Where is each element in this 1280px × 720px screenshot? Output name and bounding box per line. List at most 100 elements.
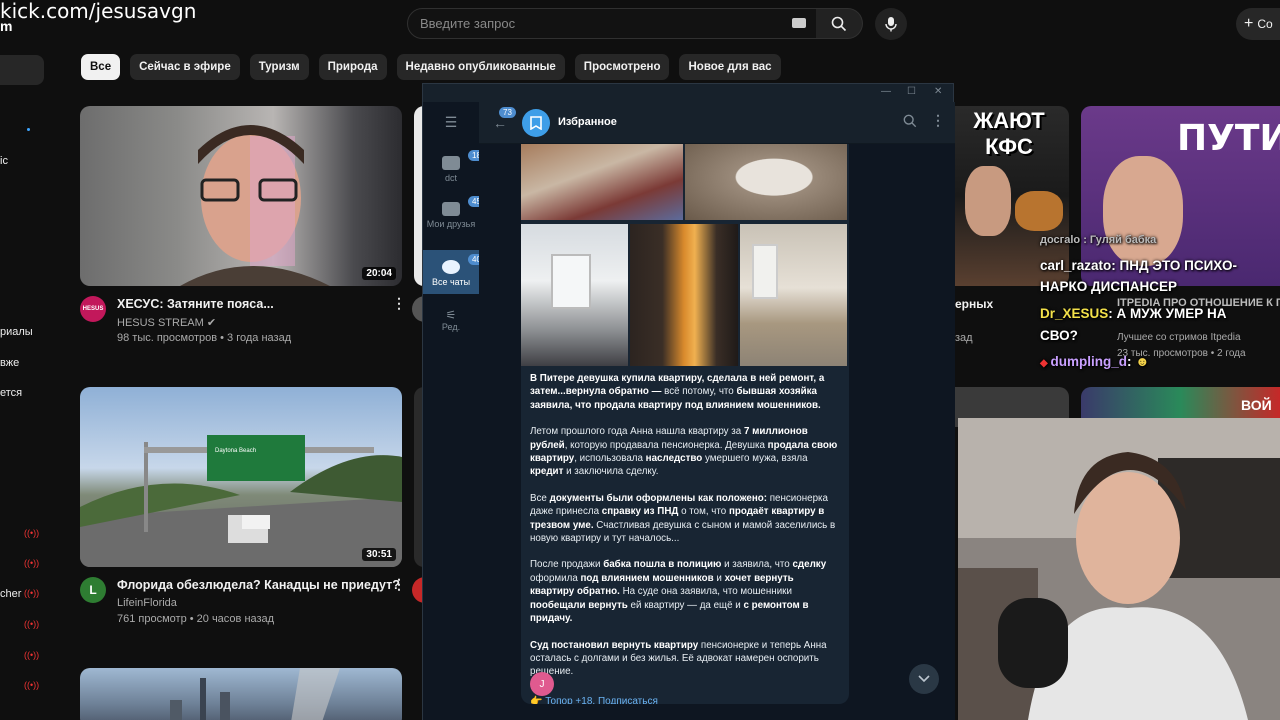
post-text-run: документы были оформлены как положено: <box>549 492 767 504</box>
sidebar-item-home[interactable] <box>0 55 44 85</box>
chip-tourism[interactable]: Туризм <box>249 54 309 80</box>
more-options-icon[interactable]: ⋮ <box>392 576 406 593</box>
folder-label: Все чаты <box>431 277 471 287</box>
sidebar-item-label[interactable]: ic <box>0 155 8 167</box>
thumbnail-image <box>180 125 330 286</box>
folder-icon: 184 <box>442 150 490 170</box>
post-text-run: оформила <box>530 572 581 584</box>
minimize-icon[interactable]: — <box>881 86 891 97</box>
sidebar-item-label[interactable]: cher <box>0 588 21 600</box>
post-paragraph: После продажи бабка пошла в полицию и за… <box>530 558 838 625</box>
thumbnail-caption: ЖАЮТ КФС <box>973 108 1045 159</box>
filter-chips: Все Сейчас в эфире Туризм Природа Недавн… <box>81 54 781 80</box>
chat-message: НАРКО ДИСПАНСЕР <box>1040 279 1178 294</box>
folder-dct[interactable]: 184 dct <box>423 150 490 192</box>
photo-table[interactable] <box>685 144 847 220</box>
microphone-icon <box>885 17 897 32</box>
folder-label: Ред. <box>441 322 461 332</box>
search-input[interactable]: Введите запрос <box>407 8 817 39</box>
folder-all-chats[interactable]: 404 Все чаты <box>423 250 490 294</box>
folder-label: Мои друзья <box>426 219 476 229</box>
sidebar-item-label[interactable]: риалы <box>0 326 33 338</box>
post-text-run: бабка пошла в полицию <box>603 559 722 571</box>
channel-avatar[interactable]: L <box>80 577 106 603</box>
thumbnail-caption: ВОЙ <box>1241 397 1272 413</box>
keyboard-icon[interactable] <box>792 18 806 28</box>
message-area[interactable]: В Питере девушка купила квартиру, сделал… <box>479 144 955 720</box>
create-label: Со <box>1257 17 1273 31</box>
sliders-icon: ⚟ <box>445 308 457 322</box>
folder-edit[interactable]: ⚟ Ред. <box>423 308 479 348</box>
chats-icon: 404 <box>442 254 490 274</box>
chevron-down-icon <box>918 675 930 683</box>
thumbnail-image <box>170 668 340 720</box>
chat-header: ← 73 Избранное ⋮ <box>479 102 955 144</box>
post-text-run: умершего мужа, взяла <box>702 453 808 465</box>
video-title[interactable]: ерных <box>955 297 993 311</box>
video-title[interactable]: ХЕСУС: Затяните пояса... <box>117 297 274 311</box>
voice-search-button[interactable] <box>875 8 907 40</box>
photo-bedroom[interactable] <box>521 144 683 220</box>
photo-living-room[interactable] <box>740 224 847 366</box>
search-icon[interactable] <box>903 114 917 128</box>
chip-nature[interactable]: Природа <box>318 54 387 80</box>
message-bubble[interactable]: В Питере девушка купила квартиру, сделал… <box>521 144 849 704</box>
scroll-down-button[interactable] <box>909 664 939 694</box>
live-icon: ((•)) <box>24 650 40 660</box>
sidebar-item-label[interactable]: ется <box>0 387 22 399</box>
chip-watched[interactable]: Просмотрено <box>574 54 670 80</box>
post-text-run: и заключила сделку. <box>563 466 659 478</box>
photo-hallway[interactable] <box>630 224 738 366</box>
webcam-image <box>958 418 1280 720</box>
chat-text: : А МУЖ УМЕР НА <box>1108 306 1227 321</box>
sender-avatar[interactable]: J <box>530 672 554 696</box>
video-thumbnail[interactable] <box>80 668 402 720</box>
channel-name-text: HESUS STREAM <box>117 317 204 329</box>
chat-title[interactable]: Избранное <box>558 116 617 128</box>
search-button[interactable] <box>816 8 863 39</box>
window-titlebar[interactable]: — ☐ ✕ <box>423 84 953 102</box>
video-meta: 761 просмотр • 20 часов назад <box>117 613 275 625</box>
channel-name[interactable]: Лучшее со стримов Itpedia <box>1117 332 1241 343</box>
hamburger-menu-icon[interactable]: ☰ <box>423 114 479 131</box>
subscribe-link[interactable]: 👉 Топор +18. Подписаться <box>530 696 658 704</box>
channel-avatar[interactable]: HESUS <box>80 296 106 322</box>
video-meta: зад <box>955 332 973 344</box>
road-sign-text: Daytona Beach <box>215 448 256 454</box>
chat-username: Dr_XESUS <box>1040 306 1109 321</box>
folder-icon: 45 <box>442 196 485 216</box>
folder-friends[interactable]: 45 Мои друзья <box>423 196 485 248</box>
post-text-run: и заявила, что <box>721 559 793 571</box>
video-thumbnail[interactable]: Daytona Beach 30:51 <box>80 387 402 567</box>
sidebar-item-label[interactable]: вже <box>0 357 19 369</box>
plus-icon: + <box>1244 15 1254 32</box>
maximize-icon[interactable]: ☐ <box>907 86 916 97</box>
photo-room-window[interactable] <box>521 224 628 366</box>
video-duration: 30:51 <box>362 548 396 561</box>
create-button[interactable]: + Со <box>1236 8 1280 40</box>
video-title[interactable]: Флорида обезлюдела? Канадцы не приедут? <box>117 578 400 592</box>
post-text-run: , использовала <box>574 453 646 465</box>
telegram-window[interactable]: — ☐ ✕ ☰ 184 dct 45 Мои друзья 404 Все ча… <box>422 83 955 720</box>
live-icon: ((•)) <box>24 680 40 690</box>
emote-icon: ☻ <box>1135 354 1150 369</box>
chat-message: СВО? <box>1040 328 1078 343</box>
chip-recent[interactable]: Недавно опубликованные <box>396 54 565 80</box>
close-icon[interactable]: ✕ <box>934 86 942 97</box>
face-shape <box>965 166 1011 236</box>
post-paragraph: В Питере девушка купила квартиру, сделал… <box>530 372 838 412</box>
channel-name[interactable]: LifeinFlorida <box>117 597 177 609</box>
post-text-run: , которую продавала пенсионерка. Девушка <box>564 439 768 451</box>
search-icon <box>831 16 847 31</box>
chip-live[interactable]: Сейчас в эфире <box>130 54 240 80</box>
food-shape <box>1015 191 1063 231</box>
channel-name[interactable]: HESUS STREAM ✔ <box>117 316 216 329</box>
video-thumbnail[interactable]: 20:04 <box>80 106 402 286</box>
chip-new-for-you[interactable]: Новое для вас <box>679 54 781 80</box>
verified-icon: ✔ <box>206 317 217 329</box>
more-options-icon[interactable]: ⋮ <box>931 112 945 129</box>
post-text-run: ей квартиру — да ещё и <box>627 599 744 611</box>
chip-all[interactable]: Все <box>81 54 121 80</box>
more-options-icon[interactable]: ⋮ <box>392 295 406 312</box>
saved-messages-avatar[interactable] <box>522 109 550 137</box>
